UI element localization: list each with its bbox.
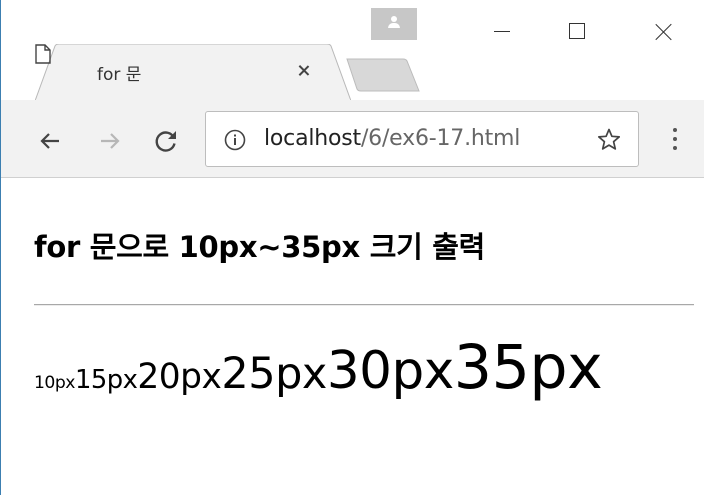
page-content: for 문으로 10px~35px 크기 출력 10px 15px 20px 25px… [1, 178, 704, 495]
tab-active[interactable]: for 문 [35, 44, 351, 101]
size-text-item: 15px [74, 365, 138, 395]
size-output: 10px 15px 20px 25px 30px 35px [34, 333, 603, 418]
url-host: localhost [264, 126, 361, 151]
reload-button[interactable] [151, 126, 181, 156]
star-icon[interactable] [596, 127, 622, 153]
page-icon [35, 44, 51, 64]
minimize-icon [494, 31, 510, 32]
arrow-left-icon [40, 133, 59, 149]
horizontal-rule [34, 304, 694, 306]
url-text[interactable]: localhost/6/ex6-17.html [264, 126, 520, 151]
tab-title: for 문 [97, 65, 142, 85]
person-icon [391, 16, 397, 22]
maximize-icon [569, 23, 585, 39]
size-text-item: 35px [453, 333, 603, 403]
info-icon[interactable] [224, 129, 246, 151]
close-icon [655, 23, 673, 41]
forward-button[interactable] [95, 126, 125, 156]
maximize-button[interactable] [553, 12, 599, 52]
size-text-item: 20px [137, 357, 222, 397]
new-tab-button[interactable] [345, 58, 421, 92]
arrow-right-icon [101, 133, 120, 149]
dots-vertical-icon [673, 128, 677, 132]
address-bar[interactable]: localhost/6/ex6-17.html [205, 111, 639, 167]
close-window-button[interactable] [641, 12, 687, 52]
minimize-button[interactable] [476, 12, 522, 52]
tab-close-button[interactable] [297, 64, 311, 78]
size-text-item: 30px [326, 341, 454, 401]
tab-strip: for 문 [1, 0, 704, 101]
menu-button[interactable] [665, 124, 685, 154]
browser-window: for 문 localhost/6/ex6-17.html for 문으로 10… [0, 0, 704, 495]
back-button[interactable] [35, 126, 65, 156]
url-path: /6/ex6-17.html [360, 126, 521, 151]
reload-icon [155, 131, 176, 152]
profile-button[interactable] [371, 8, 417, 40]
page-heading: for 문으로 10px~35px 크기 출력 [34, 230, 486, 264]
size-text-item: 10px [34, 373, 75, 393]
size-text-item: 25px [221, 349, 327, 399]
toolbar: localhost/6/ex6-17.html [1, 100, 704, 178]
